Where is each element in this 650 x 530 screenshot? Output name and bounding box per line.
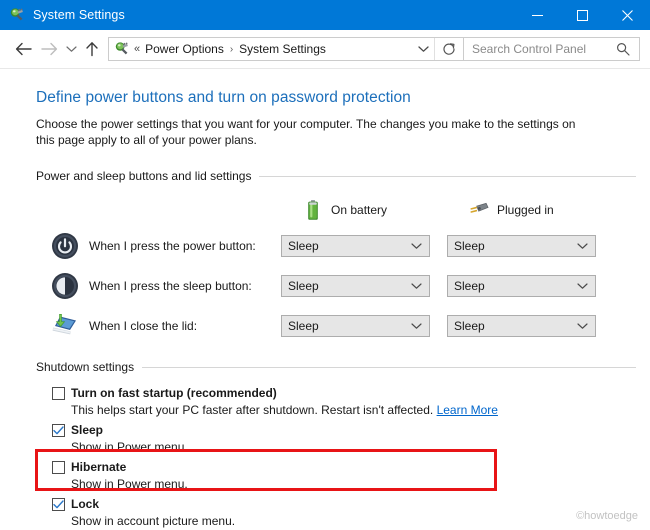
combo-value: Sleep	[288, 279, 319, 293]
shutdown-settings-list: Turn on fast startup (recommended) This …	[0, 380, 650, 528]
section-divider	[259, 175, 636, 177]
description-text: This helps start your PC faster after sh…	[71, 403, 434, 417]
checkbox-label-hibernate: Hibernate	[71, 460, 127, 474]
main-content: Define power buttons and turn on passwor…	[0, 69, 650, 530]
power-button-icon	[50, 231, 80, 261]
search-box[interactable]: Search Control Panel	[464, 37, 640, 61]
list-item: Turn on fast startup (recommended) This …	[52, 380, 650, 417]
checkbox-row-fast-startup[interactable]: Turn on fast startup (recommended)	[52, 380, 650, 400]
recent-pages-icon[interactable]	[62, 36, 80, 62]
checkbox-fast-startup[interactable]	[52, 387, 65, 400]
chevron-down-icon[interactable]	[411, 282, 422, 290]
checkbox-label-sleep: Sleep	[71, 423, 104, 437]
page-title: Define power buttons and turn on passwor…	[36, 89, 411, 106]
search-icon[interactable]	[616, 42, 630, 56]
breadcrumb-overflow[interactable]: «	[134, 43, 140, 55]
checkbox-lock[interactable]	[52, 498, 65, 511]
combo-value: Sleep	[454, 279, 485, 293]
back-arrow-icon[interactable]	[10, 36, 36, 62]
close-lid-icon	[50, 311, 80, 341]
power-section-header: Power and sleep buttons and lid settings	[36, 169, 650, 183]
list-item: Lock Show in account picture menu.	[52, 491, 650, 528]
shutdown-section-title: Shutdown settings	[36, 360, 135, 374]
breadcrumb-separator-icon: ›	[229, 43, 234, 55]
column-header-on-battery: On battery	[302, 199, 468, 221]
column-header-plugged-in: Plugged in	[468, 199, 554, 221]
checkbox-row-sleep[interactable]: Sleep	[52, 417, 650, 437]
checkbox-row-lock[interactable]: Lock	[52, 491, 650, 511]
learn-more-link[interactable]: Learn More	[437, 403, 498, 417]
combo-power-button-plugged-in[interactable]: Sleep	[447, 235, 596, 257]
setting-row: When I press the sleep button: Sleep Sle…	[0, 271, 650, 301]
minimize-icon[interactable]	[515, 0, 560, 30]
combo-value: Sleep	[454, 239, 485, 253]
section-divider	[142, 366, 636, 368]
checkbox-description-fast-startup: This helps start your PC faster after sh…	[52, 400, 650, 417]
maximize-icon[interactable]	[560, 0, 605, 30]
list-item: Sleep Show in Power menu.	[52, 417, 650, 454]
address-bar[interactable]: « Power Options › System Settings	[108, 37, 464, 61]
checkbox-description-hibernate: Show in Power menu.	[71, 477, 188, 491]
window-title: System Settings	[33, 8, 125, 22]
setting-label-power-button: When I press the power button:	[89, 239, 256, 253]
setting-label-sleep-button: When I press the sleep button:	[89, 279, 252, 293]
column-headers: On battery Plugged in	[0, 199, 650, 221]
chevron-down-icon[interactable]	[411, 322, 422, 330]
power-options-icon	[9, 7, 25, 23]
checkbox-label-fast-startup: Turn on fast startup (recommended)	[71, 386, 277, 400]
setting-label-close-lid: When I close the lid:	[89, 319, 198, 333]
column-label-on-battery: On battery	[331, 203, 388, 217]
combo-sleep-button-on-battery[interactable]: Sleep	[281, 275, 430, 297]
setting-row: When I press the power button: Sleep Sle…	[0, 231, 650, 261]
navigation-toolbar: « Power Options › System Settings Search…	[0, 30, 650, 69]
checkbox-row-hibernate[interactable]: Hibernate	[52, 454, 650, 474]
checkbox-label-lock: Lock	[71, 497, 100, 511]
combo-value: Sleep	[288, 239, 319, 253]
up-arrow-icon[interactable]	[80, 36, 104, 62]
close-icon[interactable]	[605, 0, 650, 30]
page-description: Choose the power settings that you want …	[36, 117, 576, 147]
power-plug-icon	[468, 199, 490, 221]
checkbox-sleep[interactable]	[52, 424, 65, 437]
refresh-icon[interactable]	[435, 38, 463, 60]
list-item: Hibernate Show in Power menu.	[52, 454, 650, 491]
battery-icon	[302, 199, 324, 221]
sleep-button-icon	[50, 271, 80, 301]
combo-close-lid-plugged-in[interactable]: Sleep	[447, 315, 596, 337]
combo-value: Sleep	[454, 319, 485, 333]
chevron-down-icon[interactable]	[577, 282, 588, 290]
chevron-down-icon[interactable]	[577, 242, 588, 250]
combo-sleep-button-plugged-in[interactable]: Sleep	[447, 275, 596, 297]
power-options-icon	[114, 41, 130, 57]
combo-close-lid-on-battery[interactable]: Sleep	[281, 315, 430, 337]
window-controls	[515, 0, 650, 30]
power-section-title: Power and sleep buttons and lid settings	[36, 169, 252, 183]
chevron-down-icon[interactable]	[577, 322, 588, 330]
combo-power-button-on-battery[interactable]: Sleep	[281, 235, 430, 257]
checkbox-description-lock: Show in account picture menu.	[71, 514, 236, 528]
breadcrumb-system-settings[interactable]: System Settings	[239, 42, 326, 56]
watermark: ©howtoedge	[576, 510, 638, 522]
breadcrumb-power-options[interactable]: Power Options	[145, 42, 224, 56]
search-input[interactable]: Search Control Panel	[472, 42, 616, 56]
combo-value: Sleep	[288, 319, 319, 333]
chevron-down-icon[interactable]	[412, 45, 434, 53]
shutdown-section-header: Shutdown settings	[36, 360, 650, 374]
forward-arrow-icon[interactable]	[36, 36, 62, 62]
title-bar: System Settings	[0, 0, 650, 30]
column-label-plugged-in: Plugged in	[497, 203, 554, 217]
chevron-down-icon[interactable]	[411, 242, 422, 250]
setting-row: When I close the lid: Sleep Sleep	[0, 311, 650, 341]
checkbox-hibernate[interactable]	[52, 461, 65, 474]
checkbox-description-sleep: Show in Power menu.	[71, 440, 188, 454]
